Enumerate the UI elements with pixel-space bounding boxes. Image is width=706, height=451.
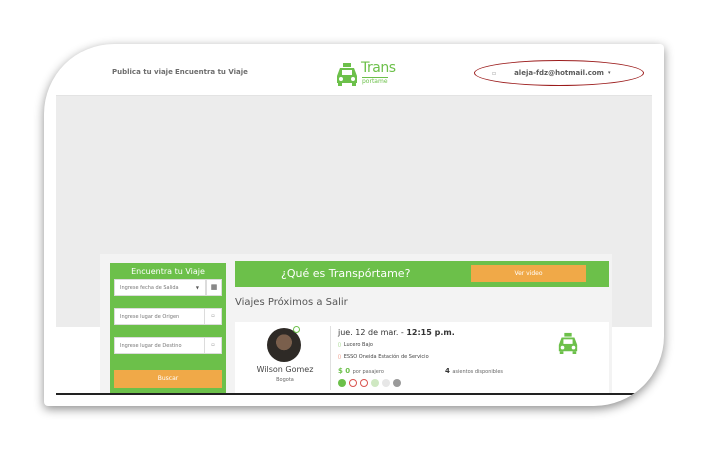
main-content: Encuentra tu Viaje Ingrese fecha de Sali… [100,254,612,393]
destination-placeholder: Ingrese lugar de Destino [120,343,182,349]
trip-destination: ▯ ESSO Oneida Estación de Servicio [338,354,429,360]
trip-destination-text: ESSO Oneida Estación de Servicio [343,354,429,360]
seats-note: asientos disponibles [452,369,504,375]
ac-icon [393,379,401,387]
section-title: Viajes Próximos a Salir [235,297,348,308]
bottom-divider [56,393,652,395]
calendar-icon: ▦ [210,283,218,291]
user-email: aleja-fdz@hotmail.com [514,69,604,77]
chevron-down-icon: ▾ [607,70,611,76]
transportame-logo[interactable]: Trans portame [335,58,397,90]
trip-origin: ▯ Lucero Bajo [338,342,373,348]
music-icon [371,379,379,387]
luggage-icon [382,379,390,387]
pets-icon [338,379,346,387]
driver-name: Wilson Gomez [256,365,314,374]
screenshot-frame: Publica tu viaje Encuentra tu Viaje Tran… [44,44,664,406]
verified-badge-icon [293,326,300,333]
location-pin-icon: ▫ [204,338,221,353]
trip-card[interactable]: Wilson Gomez Bogota jue. 12 de mar. - 12… [235,322,609,393]
trip-seats: 4 asientos disponibles [445,367,503,375]
nav-publish-trip-link[interactable]: Publica tu viaje [112,68,173,76]
what-is-banner: ¿Qué es Transpórtame? Ver video [235,261,609,287]
trip-origin-text: Lucero Bajo [343,342,373,348]
top-navbar: Publica tu viaje Encuentra tu Viaje Tran… [56,52,652,96]
calendar-button[interactable]: ▦ [206,279,222,296]
trip-datetime: jue. 12 de mar. - 12:15 p.m. [338,328,455,337]
sidebar-title: Encuentra tu Viaje [131,267,205,276]
trip-date: jue. 12 de mar. - [338,328,407,337]
user-icon: ▫ [492,69,497,77]
nav-find-trip-link[interactable]: Encuentra tu Viaje [175,68,248,76]
no-smoking-icon [349,379,357,387]
taxi-icon [337,63,357,86]
chevron-down-icon: ▼ [195,285,199,290]
banner-text: ¿Qué es Transpórtame? [281,267,411,280]
search-sidebar: Encuentra tu Viaje Ingrese fecha de Sali… [110,263,226,393]
origin-marker-icon: ▯ [338,342,341,348]
logo-text-trans: Trans [361,60,396,76]
search-button[interactable]: Buscar [114,370,222,388]
departure-date-placeholder: Ingrese fecha de Salida [120,285,179,291]
price-note: por pasajero [352,369,384,375]
logo-text-portame: portame [362,77,388,85]
departure-date-select[interactable]: Ingrese fecha de Salida ▼ [114,279,206,296]
seats-value: 4 [445,367,450,375]
trip-time: 12:15 p.m. [406,328,455,337]
taxi-icon [558,332,578,354]
watch-video-button[interactable]: Ver video [471,265,586,282]
origin-placeholder: Ingrese lugar de Origen [120,314,180,320]
price-value: $ 0 [338,367,351,375]
card-divider [330,326,331,390]
driver-avatar [267,328,301,362]
destination-marker-icon: ▯ [338,354,341,360]
destination-input[interactable]: Ingrese lugar de Destino ▫ [114,337,222,354]
user-account-menu[interactable]: ▫ aleja-fdz@hotmail.com ▾ [492,67,611,79]
driver-city: Bogota [276,377,294,383]
no-food-icon [360,379,368,387]
location-pin-icon: ▫ [204,309,221,324]
amenity-icons [338,379,401,387]
trip-price: $ 0 por pasajero [338,367,384,375]
origin-input[interactable]: Ingrese lugar de Origen ▫ [114,308,222,325]
browser-viewport: Publica tu viaje Encuentra tu Viaje Tran… [56,52,652,397]
